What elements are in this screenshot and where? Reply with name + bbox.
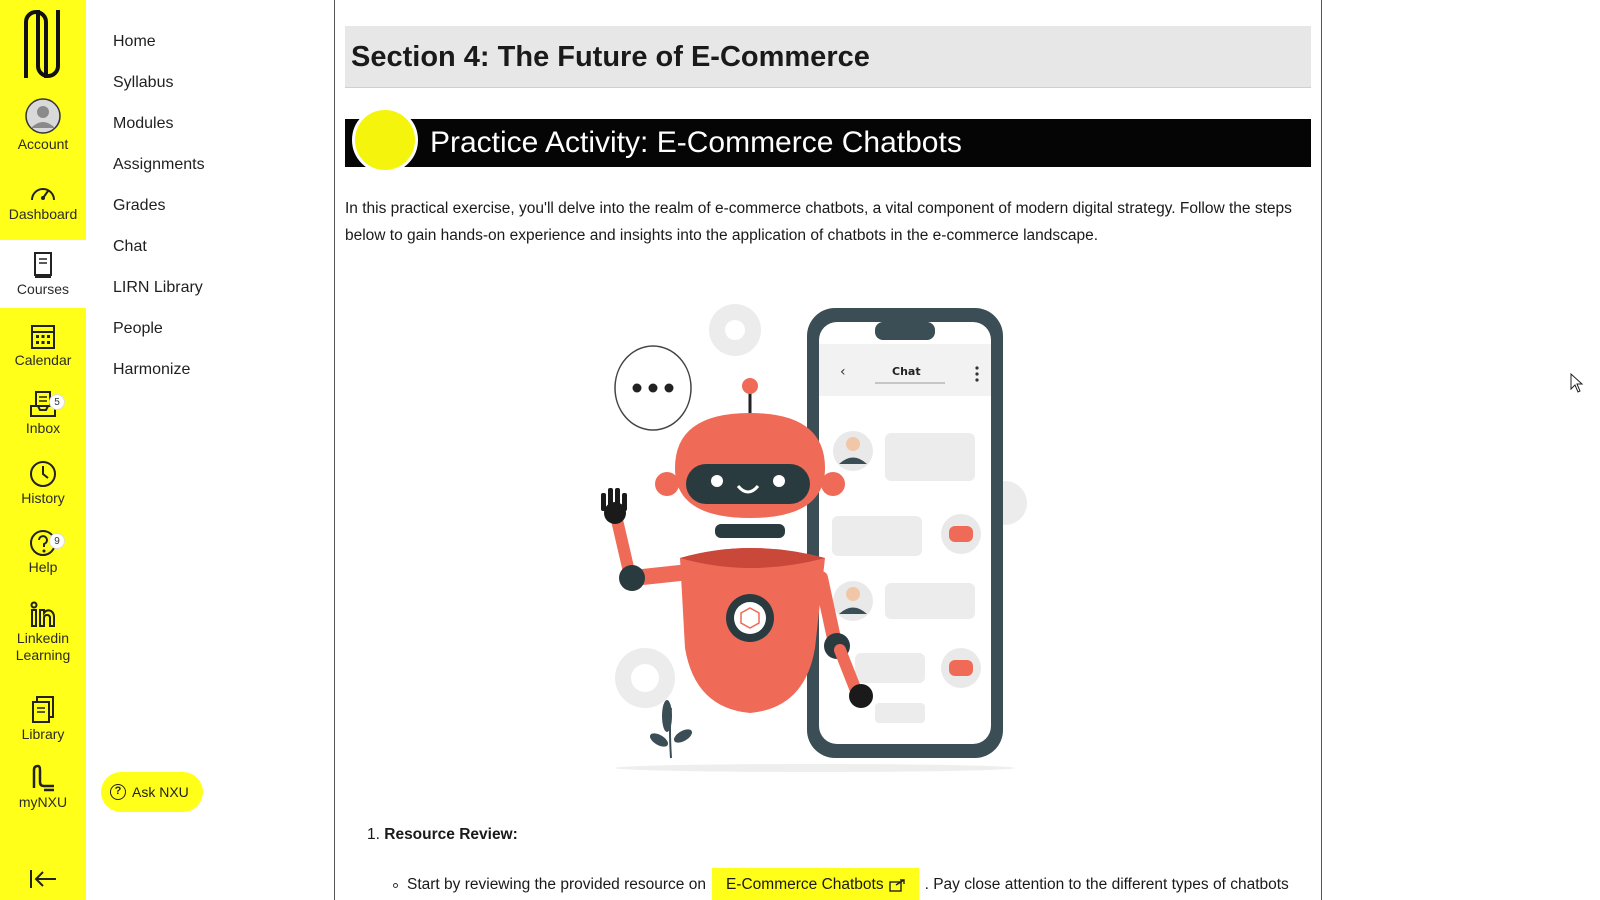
phone-chat-header: Chat xyxy=(892,365,921,378)
nav-calendar-label: Calendar xyxy=(14,352,72,368)
mouse-cursor-icon xyxy=(1570,373,1584,393)
nav-account[interactable]: Account xyxy=(0,98,86,153)
calendar-icon xyxy=(31,325,55,349)
nav-calendar[interactable]: Calendar xyxy=(0,322,86,369)
nav-linkedin-learning[interactable]: Linkedin Learning xyxy=(0,600,86,664)
resource-link-label: E-Commerce Chatbots xyxy=(725,876,884,893)
nav-library[interactable]: Library xyxy=(0,694,86,743)
section-title: Section 4: The Future of E-Commerce xyxy=(345,26,1311,88)
course-link-grades[interactable]: Grades xyxy=(113,197,165,215)
course-link-assignments[interactable]: Assignments xyxy=(113,156,205,174)
course-navigation: Home Syllabus Modules Assignments Grades… xyxy=(86,0,334,900)
banner-yellow-circle xyxy=(352,107,418,173)
course-link-harmonize[interactable]: Harmonize xyxy=(113,361,190,379)
nav-mynxu-label: myNXU xyxy=(18,794,68,810)
step-1-text-before: Start by reviewing the provided resource… xyxy=(407,876,706,893)
course-link-people[interactable]: People xyxy=(113,320,163,338)
account-avatar-icon xyxy=(25,98,61,134)
course-link-modules[interactable]: Modules xyxy=(113,115,173,133)
course-link-lirn-library[interactable]: LIRN Library xyxy=(113,279,203,297)
collapse-nav-icon[interactable] xyxy=(28,868,58,890)
step-1-bullet: Start by reviewing the provided resource… xyxy=(393,868,1313,900)
dashboard-gauge-icon xyxy=(31,188,55,201)
history-clock-icon xyxy=(30,461,56,487)
courses-book-icon xyxy=(34,252,52,278)
nav-linkedin-label-2: Learning xyxy=(15,646,71,663)
nav-courses[interactable]: Courses xyxy=(0,240,86,308)
step-1-text-after: . Pay close attention to the different t… xyxy=(924,876,1289,893)
nav-account-label: Account xyxy=(17,136,69,152)
phone-icon: ‹ Chat xyxy=(807,308,1003,758)
speech-bubble-icon xyxy=(614,345,692,431)
help-badge: 9 xyxy=(49,533,65,549)
nav-linkedin-label: Linkedin xyxy=(16,630,70,646)
course-link-chat[interactable]: Chat xyxy=(113,238,147,256)
page-content: Section 4: The Future of E-Commerce Prac… xyxy=(334,0,1322,900)
nav-history-label: History xyxy=(21,490,65,506)
nav-help-label: Help xyxy=(28,559,58,575)
nav-help[interactable]: 9 Help xyxy=(0,529,86,576)
plant-icon xyxy=(649,700,693,759)
nav-mynxu[interactable]: myNXU xyxy=(0,764,86,811)
external-link-icon xyxy=(888,879,905,892)
nav-inbox-label: Inbox xyxy=(25,420,61,436)
nav-courses-label: Courses xyxy=(16,281,70,297)
nav-dashboard-label: Dashboard xyxy=(8,206,78,222)
ecommerce-chatbots-link[interactable]: E-Commerce Chatbots xyxy=(711,868,919,900)
activity-title: Practice Activity: E-Commerce Chatbots xyxy=(430,126,962,159)
ask-nxu-label: Ask NXU xyxy=(132,784,189,800)
svg-text:‹: ‹ xyxy=(840,364,846,380)
ask-nxu-button[interactable]: ? Ask NXU xyxy=(101,772,203,812)
nav-dashboard[interactable]: Dashboard xyxy=(0,182,86,223)
library-icon xyxy=(32,696,54,723)
course-link-home[interactable]: Home xyxy=(113,33,156,51)
question-circle-icon: ? xyxy=(110,784,126,800)
mynxu-icon xyxy=(32,764,54,792)
nxu-logo[interactable] xyxy=(22,8,62,80)
step-1-heading: 1. Resource Review: xyxy=(367,826,518,844)
nav-library-label: Library xyxy=(21,726,65,742)
nav-inbox[interactable]: 5 Inbox xyxy=(0,390,86,437)
bullet-dot-icon xyxy=(393,882,398,888)
intro-paragraph: In this practical exercise, you'll delve… xyxy=(345,200,1292,244)
global-navigation: Account Dashboard Courses Calendar 5 Inb… xyxy=(0,0,86,900)
chatbot-illustration: ‹ Chat xyxy=(601,304,1027,772)
activity-banner: Practice Activity: E-Commerce Chatbots xyxy=(345,119,1311,167)
linkedin-icon xyxy=(30,601,55,627)
inbox-badge: 5 xyxy=(49,394,65,410)
course-link-syllabus[interactable]: Syllabus xyxy=(113,74,173,92)
step-1-number: 1. xyxy=(367,826,380,843)
nav-history[interactable]: History xyxy=(0,460,86,507)
step-1-title: Resource Review: xyxy=(384,826,518,843)
